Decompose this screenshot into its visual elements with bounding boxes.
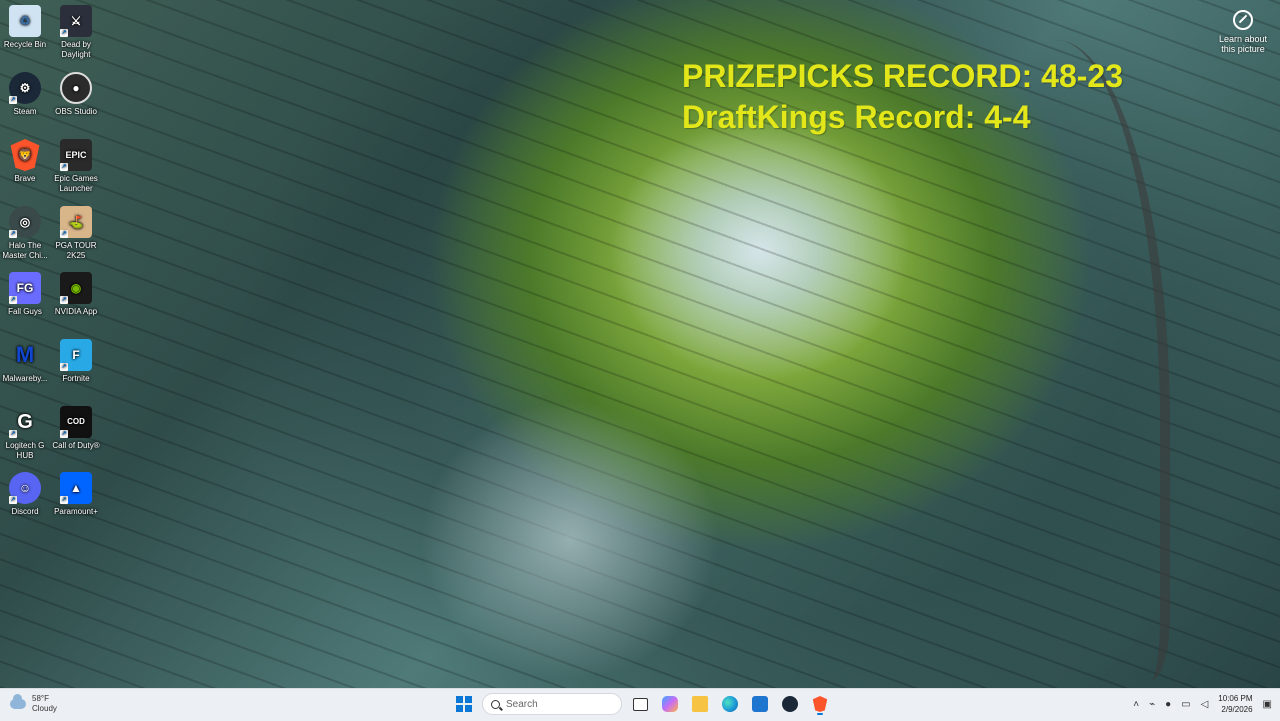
desktop-icon-label: PGA TOUR 2K25 xyxy=(55,241,97,260)
steam-icon: ⚙ ↗ xyxy=(9,72,41,104)
edge-button[interactable] xyxy=(718,692,742,716)
prizepicks-record: PRIZEPICKS RECORD: 48-23 xyxy=(682,58,1123,94)
dead-by-daylight-icon: ⚔ ↗ xyxy=(60,5,92,37)
desktop-icon-call-of-duty[interactable]: COD ↗ Call of Duty® xyxy=(51,406,101,451)
taskbar-apps: Search xyxy=(452,692,832,716)
folder-icon xyxy=(692,696,708,712)
desktop-icon-label: NVIDIA App xyxy=(54,307,98,316)
desktop-icon-label: Halo The Master Chi... xyxy=(2,241,48,260)
file-explorer-button[interactable] xyxy=(688,692,712,716)
desktop-icon-halo[interactable]: ◎ ↗ Halo The Master Chi... xyxy=(0,206,50,261)
desktop-icon-label: Fortnite xyxy=(62,374,90,383)
desktop-icon-recycle-bin[interactable]: ♻ Recycle Bin xyxy=(0,5,50,50)
call-of-duty-icon: COD ↗ xyxy=(60,406,92,438)
search-icon xyxy=(491,699,500,709)
desktop-icon-label: Recycle Bin xyxy=(3,40,47,49)
search-placeholder: Search xyxy=(506,698,538,710)
steam-icon xyxy=(782,696,798,712)
desktop-icon-dead-by-daylight[interactable]: ⚔ ↗ Dead by Daylight xyxy=(51,5,101,60)
desktop-icon-label: Paramount+ xyxy=(54,507,98,516)
brave-icon xyxy=(812,696,828,712)
nvidia-icon: ◉ ↗ xyxy=(60,272,92,304)
copilot-button[interactable] xyxy=(658,692,682,716)
notification-icon[interactable]: ▣ xyxy=(1263,699,1272,710)
system-tray: ˄ ⌁ ● ▭ ◁ 10:06 PM 2/9/2026 ▣ xyxy=(1133,693,1272,715)
desktop-icon-obs-studio[interactable]: ● OBS Studio xyxy=(51,72,101,117)
weather-widget[interactable]: 58°F Cloudy xyxy=(10,694,57,714)
desktop-icon-logitech[interactable]: G ↗ Logitech G HUB xyxy=(0,406,50,461)
desktop-icon-label: Call of Duty® xyxy=(52,441,100,450)
start-button[interactable] xyxy=(452,692,476,716)
weather-temperature: 58°F xyxy=(32,694,49,703)
desktop-icon-label: Malwareby... xyxy=(2,374,48,383)
desktop-icon-brave[interactable]: 🦁 Brave xyxy=(0,139,50,184)
halo-icon: ◎ ↗ xyxy=(9,206,41,238)
mic-icon[interactable]: ● xyxy=(1165,699,1171,710)
malwarebytes-icon: M xyxy=(15,342,35,367)
epic-games-icon: EPIC ↗ xyxy=(60,139,92,171)
recycle-bin-icon: ♻ xyxy=(9,5,41,37)
discord-icon: ☺ ↗ xyxy=(9,472,41,504)
task-view-button[interactable] xyxy=(628,692,652,716)
volume-icon[interactable]: ◁ xyxy=(1201,699,1209,710)
desktop-icon-label: Logitech G HUB xyxy=(5,441,45,460)
outlook-icon xyxy=(752,696,768,712)
desktop-icon-label: Discord xyxy=(11,507,39,516)
network-icon[interactable]: ⌁ xyxy=(1149,699,1155,710)
learn-about-picture-label: Learn about this picture xyxy=(1218,34,1268,54)
fortnite-icon: F ↗ xyxy=(60,339,92,371)
desktop-icon-fall-guys[interactable]: FG ↗ Fall Guys xyxy=(0,272,50,317)
active-indicator xyxy=(817,713,823,715)
weather-description: Cloudy xyxy=(32,704,57,713)
chevron-up-icon[interactable]: ˄ xyxy=(1133,699,1139,710)
desktop-icon-label: Epic Games Launcher xyxy=(54,174,98,193)
paramount-plus-icon: ▲ ↗ xyxy=(60,472,92,504)
clock-date: 2/9/2026 xyxy=(1221,705,1253,714)
desktop-icon-nvidia[interactable]: ◉ ↗ NVIDIA App xyxy=(51,272,101,317)
edge-icon xyxy=(722,696,738,712)
draftkings-record: DraftKings Record: 4-4 xyxy=(682,99,1031,135)
desktop-icon-label: Steam xyxy=(13,107,37,116)
pga-tour-icon: ⛳ ↗ xyxy=(60,206,92,238)
brave-taskbar-button[interactable] xyxy=(808,692,832,716)
steam-taskbar-button[interactable] xyxy=(778,692,802,716)
task-view-icon xyxy=(632,697,648,711)
fall-guys-icon: FG ↗ xyxy=(9,272,41,304)
clock-time: 10:06 PM xyxy=(1218,694,1253,703)
logitech-g-hub-icon: G ↗ xyxy=(9,411,33,438)
learn-about-picture-button[interactable]: Learn about this picture xyxy=(1214,10,1272,54)
desktop-icon-malwarebytes[interactable]: M Malwareby... xyxy=(0,339,50,384)
camera-info-icon xyxy=(1233,10,1253,30)
obs-studio-icon: ● xyxy=(60,72,92,104)
desktop-icon-label: Dead by Daylight xyxy=(61,40,91,59)
desktop-icon-epic-games[interactable]: EPIC ↗ Epic Games Launcher xyxy=(51,139,101,194)
clock[interactable]: 10:06 PM 2/9/2026 xyxy=(1218,693,1252,715)
desktop-icon-label: Fall Guys xyxy=(8,307,42,316)
brave-icon: 🦁 xyxy=(10,139,40,171)
display-icon[interactable]: ▭ xyxy=(1181,699,1190,710)
desktop-icon-pga-tour[interactable]: ⛳ ↗ PGA TOUR 2K25 xyxy=(51,206,101,261)
cloud-icon xyxy=(10,694,26,709)
windows-logo-icon xyxy=(456,696,472,712)
taskbar-search[interactable]: Search xyxy=(482,693,622,715)
desktop-icon-discord[interactable]: ☺ ↗ Discord xyxy=(0,472,50,517)
desktop-icon-label: OBS Studio xyxy=(55,107,97,116)
desktop-icon-steam[interactable]: ⚙ ↗ Steam xyxy=(0,72,50,117)
outlook-button[interactable] xyxy=(748,692,772,716)
desktop-icon-label: Brave xyxy=(14,174,36,183)
desktop-icon-paramount[interactable]: ▲ ↗ Paramount+ xyxy=(51,472,101,517)
wallpaper-sunlight xyxy=(420,400,720,680)
taskbar: 58°F Cloudy Search ˄ ⌁ ● ▭ ◁ 10:06 PM 2/… xyxy=(0,688,1280,721)
copilot-icon xyxy=(662,696,678,712)
desktop-icon-fortnite[interactable]: F ↗ Fortnite xyxy=(51,339,101,384)
betting-records-overlay: PRIZEPICKS RECORD: 48-23 DraftKings Reco… xyxy=(682,56,1123,138)
